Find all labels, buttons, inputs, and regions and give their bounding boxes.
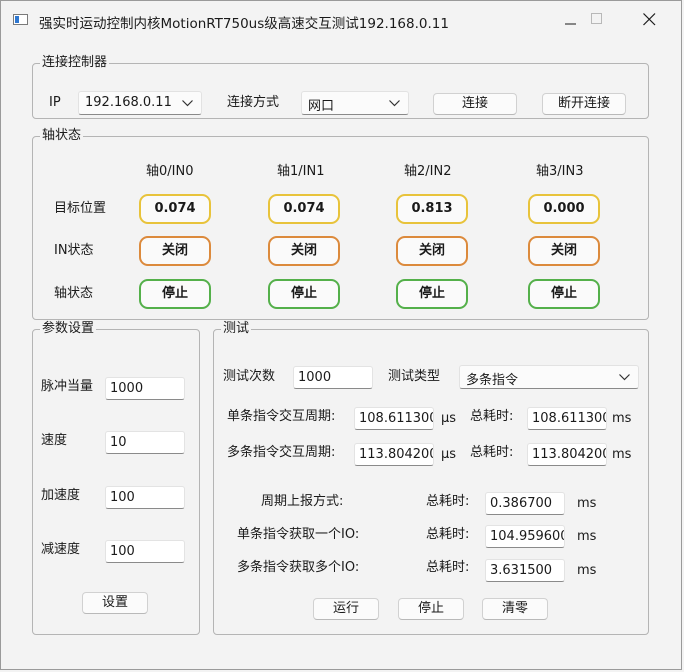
ip-value: 192.168.0.11 [85,95,172,110]
axis-header-0: 轴0/IN0 [146,164,194,179]
single-total-field[interactable]: 108.611300 [527,407,607,430]
single-cycle-unit: μs [441,411,457,426]
app-icon [13,14,28,25]
in-state-axis2: 关闭 [396,236,468,266]
test-legend: 测试 [221,321,252,337]
title-bar: 强实时运动控制内核MotionRT750us级高速交互测试192.168.0.1… [1,1,683,41]
decel-input[interactable]: 100 [105,540,185,563]
app-window: 强实时运动控制内核MotionRT750us级高速交互测试192.168.0.1… [0,0,682,670]
target-position-axis1: 0.074 [268,194,340,224]
multi-cycle-unit: μs [441,447,457,462]
axis-header-1: 轴1/IN1 [277,164,325,179]
test-type-select[interactable]: 多条指令 [459,365,639,389]
multi-total-field[interactable]: 113.804200 [527,443,607,466]
params-legend: 参数设置 [40,321,97,337]
test-type-value: 多条指令 [466,373,519,388]
axis-state-axis2: 停止 [396,279,468,309]
single-io-unit: ms [577,529,597,544]
multi-io-total-label: 总耗时: [426,560,470,575]
pulse-label: 脉冲当量 [41,379,94,394]
ip-select[interactable]: 192.168.0.11 [78,91,202,115]
speed-input[interactable]: 10 [105,431,185,454]
decel-label: 减速度 [41,542,81,557]
accel-input[interactable]: 100 [105,486,185,509]
target-position-axis0: 0.074 [139,194,211,224]
report-unit: ms [577,496,597,511]
close-icon [643,13,656,26]
multi-io-total-field[interactable]: 3.631500 [485,559,565,582]
method-select[interactable]: 网口 [301,91,409,115]
multi-io-label: 多条指令获取多个IO: [237,560,360,575]
target-position-axis3: 0.000 [528,194,600,224]
target-position-axis2: 0.813 [396,194,468,224]
test-count-label: 测试次数 [223,369,276,384]
multi-cycle-label: 多条指令交互周期: [227,445,336,460]
axis-status-legend: 轴状态 [40,128,84,144]
stop-button[interactable]: 停止 [398,598,464,620]
method-value: 网口 [308,99,335,114]
report-mode-label: 周期上报方式: [261,494,344,509]
run-button[interactable]: 运行 [313,598,379,620]
accel-label: 加速度 [41,488,81,503]
single-cycle-field[interactable]: 108.611300 [354,407,434,430]
multi-total-label: 总耗时: [470,445,514,460]
maximize-icon [591,13,602,24]
method-label: 连接方式 [227,95,280,110]
axis-state-axis3: 停止 [528,279,600,309]
params-group: 参数设置 [32,321,200,635]
chevron-down-icon [389,100,400,107]
axis-state-axis1: 停止 [268,279,340,309]
chevron-down-icon [182,100,193,107]
single-total-unit: ms [612,411,632,426]
multi-total-unit: ms [612,447,632,462]
window-title: 强实时运动控制内核MotionRT750us级高速交互测试192.168.0.1… [39,16,449,32]
set-button[interactable]: 设置 [82,592,148,614]
axis-header-3: 轴3/IN3 [536,164,584,179]
multi-io-unit: ms [577,563,597,578]
axis-header-2: 轴2/IN2 [404,164,452,179]
pulse-input[interactable]: 1000 [105,377,185,400]
test-count-input[interactable]: 1000 [293,366,373,389]
axis-state-axis0: 停止 [139,279,211,309]
in-state-axis3: 关闭 [528,236,600,266]
single-io-total-field[interactable]: 104.959600 [485,525,565,548]
ip-label: IP [49,95,61,110]
connect-button[interactable]: 连接 [433,93,517,115]
test-type-label: 测试类型 [388,369,441,384]
report-total-label: 总耗时: [426,494,470,509]
single-io-label: 单条指令获取一个IO: [237,527,360,542]
in-state-label: IN状态 [54,243,94,258]
disconnect-button[interactable]: 断开连接 [542,93,626,115]
single-io-total-label: 总耗时: [426,527,470,542]
connection-legend: 连接控制器 [40,55,110,71]
clear-button[interactable]: 清零 [482,598,548,620]
chevron-down-icon [619,374,630,381]
target-position-label: 目标位置 [54,201,107,216]
multi-cycle-field[interactable]: 113.804200 [354,443,434,466]
close-button[interactable] [627,5,673,35]
single-cycle-label: 单条指令交互周期: [227,409,336,424]
in-state-axis1: 关闭 [268,236,340,266]
in-state-axis0: 关闭 [139,236,211,266]
maximize-button[interactable] [575,5,621,35]
single-total-label: 总耗时: [470,409,514,424]
report-total-field[interactable]: 0.386700 [485,492,565,515]
speed-label: 速度 [41,433,68,448]
axis-state-label: 轴状态 [54,286,94,301]
